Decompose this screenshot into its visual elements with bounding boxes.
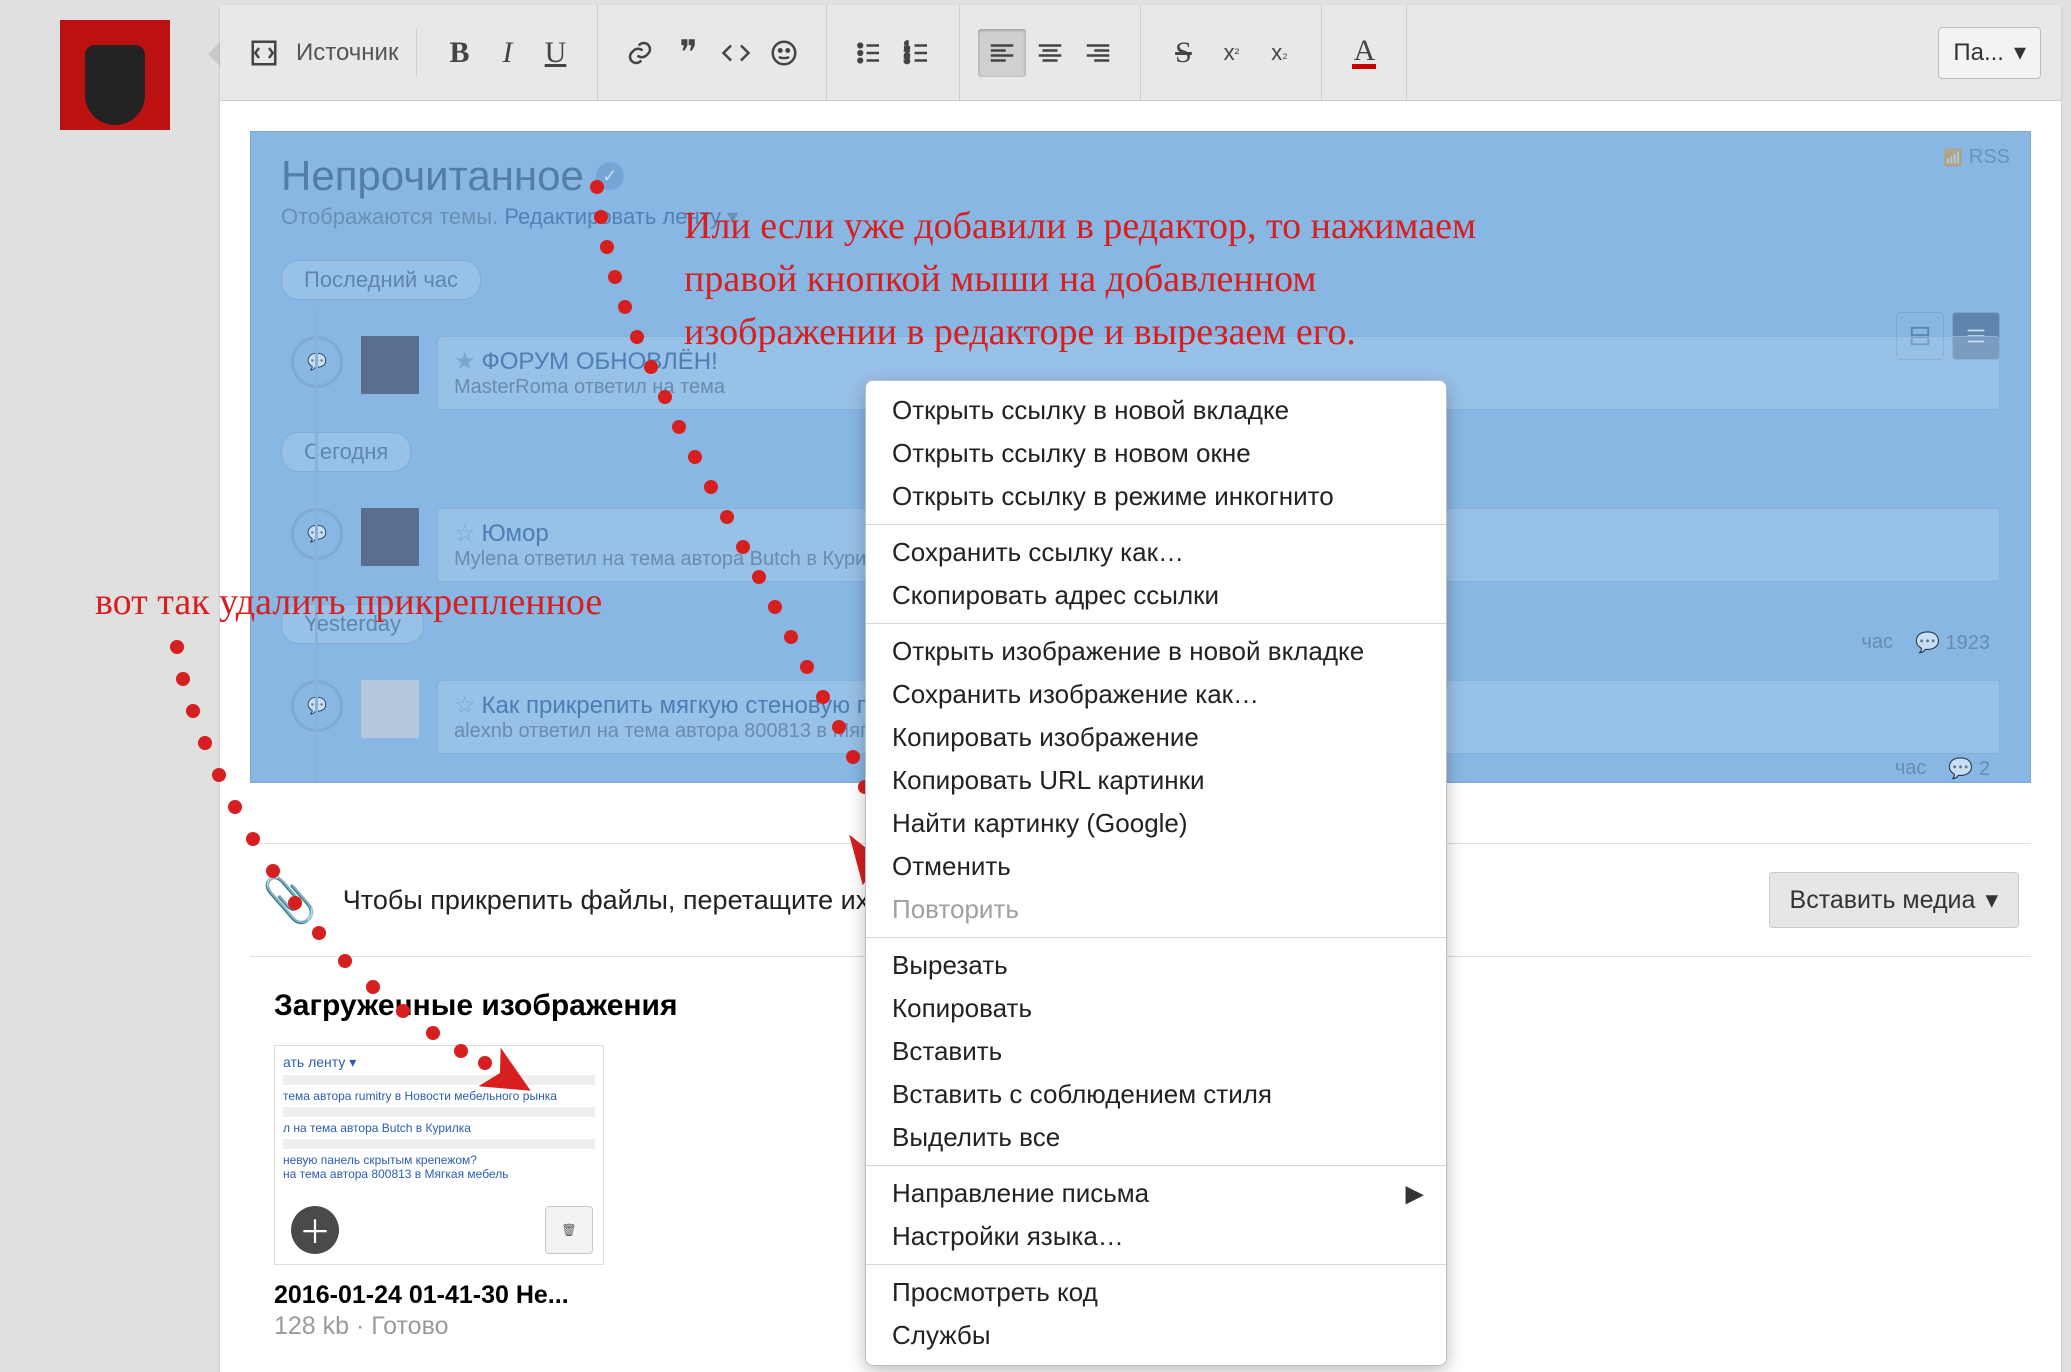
context-menu: Открыть ссылку в новой вкладке Открыть с… <box>865 380 1447 1366</box>
ctx-redo: Повторить <box>866 888 1446 931</box>
text-color-button[interactable]: A <box>1340 29 1388 77</box>
rss-link: 📶 RSS <box>1943 146 2010 169</box>
time-badge-last-hour: Последний час <box>281 260 481 300</box>
attachment-filename: 2016-01-24 01-41-30 Не... <box>274 1281 604 1310</box>
chevron-down-icon: ▾ <box>2014 38 2026 67</box>
ctx-open-incognito[interactable]: Открыть ссылку в режиме инкогнито <box>866 475 1446 518</box>
ctx-services[interactable]: Службы <box>866 1314 1446 1357</box>
paragraph-format-label: Па... <box>1953 39 2004 67</box>
ctx-paste-style[interactable]: Вставить с соблюдением стиля <box>866 1073 1446 1116</box>
align-right-button[interactable] <box>1074 29 1122 77</box>
comment-icon: 💬 2 <box>1948 756 1990 781</box>
ctx-copy-image[interactable]: Копировать изображение <box>866 716 1446 759</box>
attachment-thumbnail[interactable]: ать ленту ▾ тема автора rumitry в Новост… <box>274 1045 604 1341</box>
ctx-search-image[interactable]: Найти картинку (Google) <box>866 802 1446 845</box>
ctx-open-new-window[interactable]: Открыть ссылку в новом окне <box>866 432 1446 475</box>
post-avatar <box>361 680 419 738</box>
ctx-paste[interactable]: Вставить <box>866 1030 1446 1073</box>
paragraph-format-dropdown[interactable]: Па... ▾ <box>1938 27 2041 79</box>
post-stats: час 💬 1923 <box>1861 630 1990 655</box>
superscript-button[interactable]: x² <box>1207 29 1255 77</box>
comment-icon: 💬 1923 <box>1915 630 1990 655</box>
emoji-button[interactable] <box>760 29 808 77</box>
subscript-button[interactable]: x₂ <box>1255 29 1303 77</box>
ctx-select-all[interactable]: Выделить все <box>866 1116 1446 1159</box>
numbered-list-button[interactable]: 123 <box>893 29 941 77</box>
ctx-copy-image-url[interactable]: Копировать URL картинки <box>866 759 1446 802</box>
svg-text:3: 3 <box>905 55 910 65</box>
post-avatar <box>361 508 419 566</box>
bold-button[interactable]: B <box>435 29 483 77</box>
avatar-figure <box>85 45 145 125</box>
ctx-open-new-tab[interactable]: Открыть ссылку в новой вкладке <box>866 389 1446 432</box>
arrowhead-icon: ➤ <box>484 1061 535 1090</box>
ctx-copy-link[interactable]: Скопировать адрес ссылки <box>866 574 1446 617</box>
align-left-button[interactable] <box>978 29 1026 77</box>
source-icon <box>240 29 288 77</box>
source-button[interactable]: Источник <box>240 29 417 77</box>
post-stats: час 💬 2 <box>1895 756 1990 781</box>
bullet-list-button[interactable] <box>845 29 893 77</box>
dropzone-text: Чтобы прикрепить файлы, перетащите их сю… <box>343 885 941 916</box>
code-button[interactable] <box>712 29 760 77</box>
delete-attachment-button[interactable]: 🗑 <box>545 1206 593 1254</box>
insert-media-button[interactable]: Вставить медиа▾ <box>1769 872 2019 928</box>
ctx-view-source[interactable]: Просмотреть код <box>866 1271 1446 1314</box>
source-label: Источник <box>296 39 398 67</box>
trash-icon: 🗑 <box>561 1223 576 1237</box>
ctx-writing-direction[interactable]: Направление письма▶ <box>866 1172 1446 1215</box>
insert-attachment-button[interactable]: ＋ <box>291 1206 339 1254</box>
ctx-copy[interactable]: Копировать <box>866 987 1446 1030</box>
editor-toolbar: Источник B I U ❞ 123 <box>220 5 2061 101</box>
ctx-language-settings[interactable]: Настройки языка… <box>866 1215 1446 1258</box>
ctx-save-image-as[interactable]: Сохранить изображение как… <box>866 673 1446 716</box>
ctx-open-image[interactable]: Открыть изображение в новой вкладке <box>866 630 1446 673</box>
ctx-undo[interactable]: Отменить <box>866 845 1446 888</box>
quote-button[interactable]: ❞ <box>664 29 712 77</box>
submenu-icon: ▶ <box>1406 1179 1424 1208</box>
align-center-button[interactable] <box>1026 29 1074 77</box>
italic-button[interactable]: I <box>483 29 531 77</box>
time-badge-today: Сегодня <box>281 432 411 472</box>
attachment-meta: 128 kb · Готово <box>274 1312 604 1341</box>
underline-button[interactable]: U <box>531 29 579 77</box>
chevron-down-icon: ▾ <box>1985 885 1998 915</box>
ctx-save-link-as[interactable]: Сохранить ссылку как… <box>866 531 1446 574</box>
forum-title: Непрочитанное ✓ <box>281 152 2000 200</box>
avatar[interactable] <box>60 20 170 130</box>
ctx-cut[interactable]: Вырезать <box>866 944 1446 987</box>
post-avatar <box>361 336 419 394</box>
strike-button[interactable]: S <box>1159 29 1207 77</box>
link-button[interactable] <box>616 29 664 77</box>
page: Источник B I U ❞ 123 <box>0 0 2071 1372</box>
